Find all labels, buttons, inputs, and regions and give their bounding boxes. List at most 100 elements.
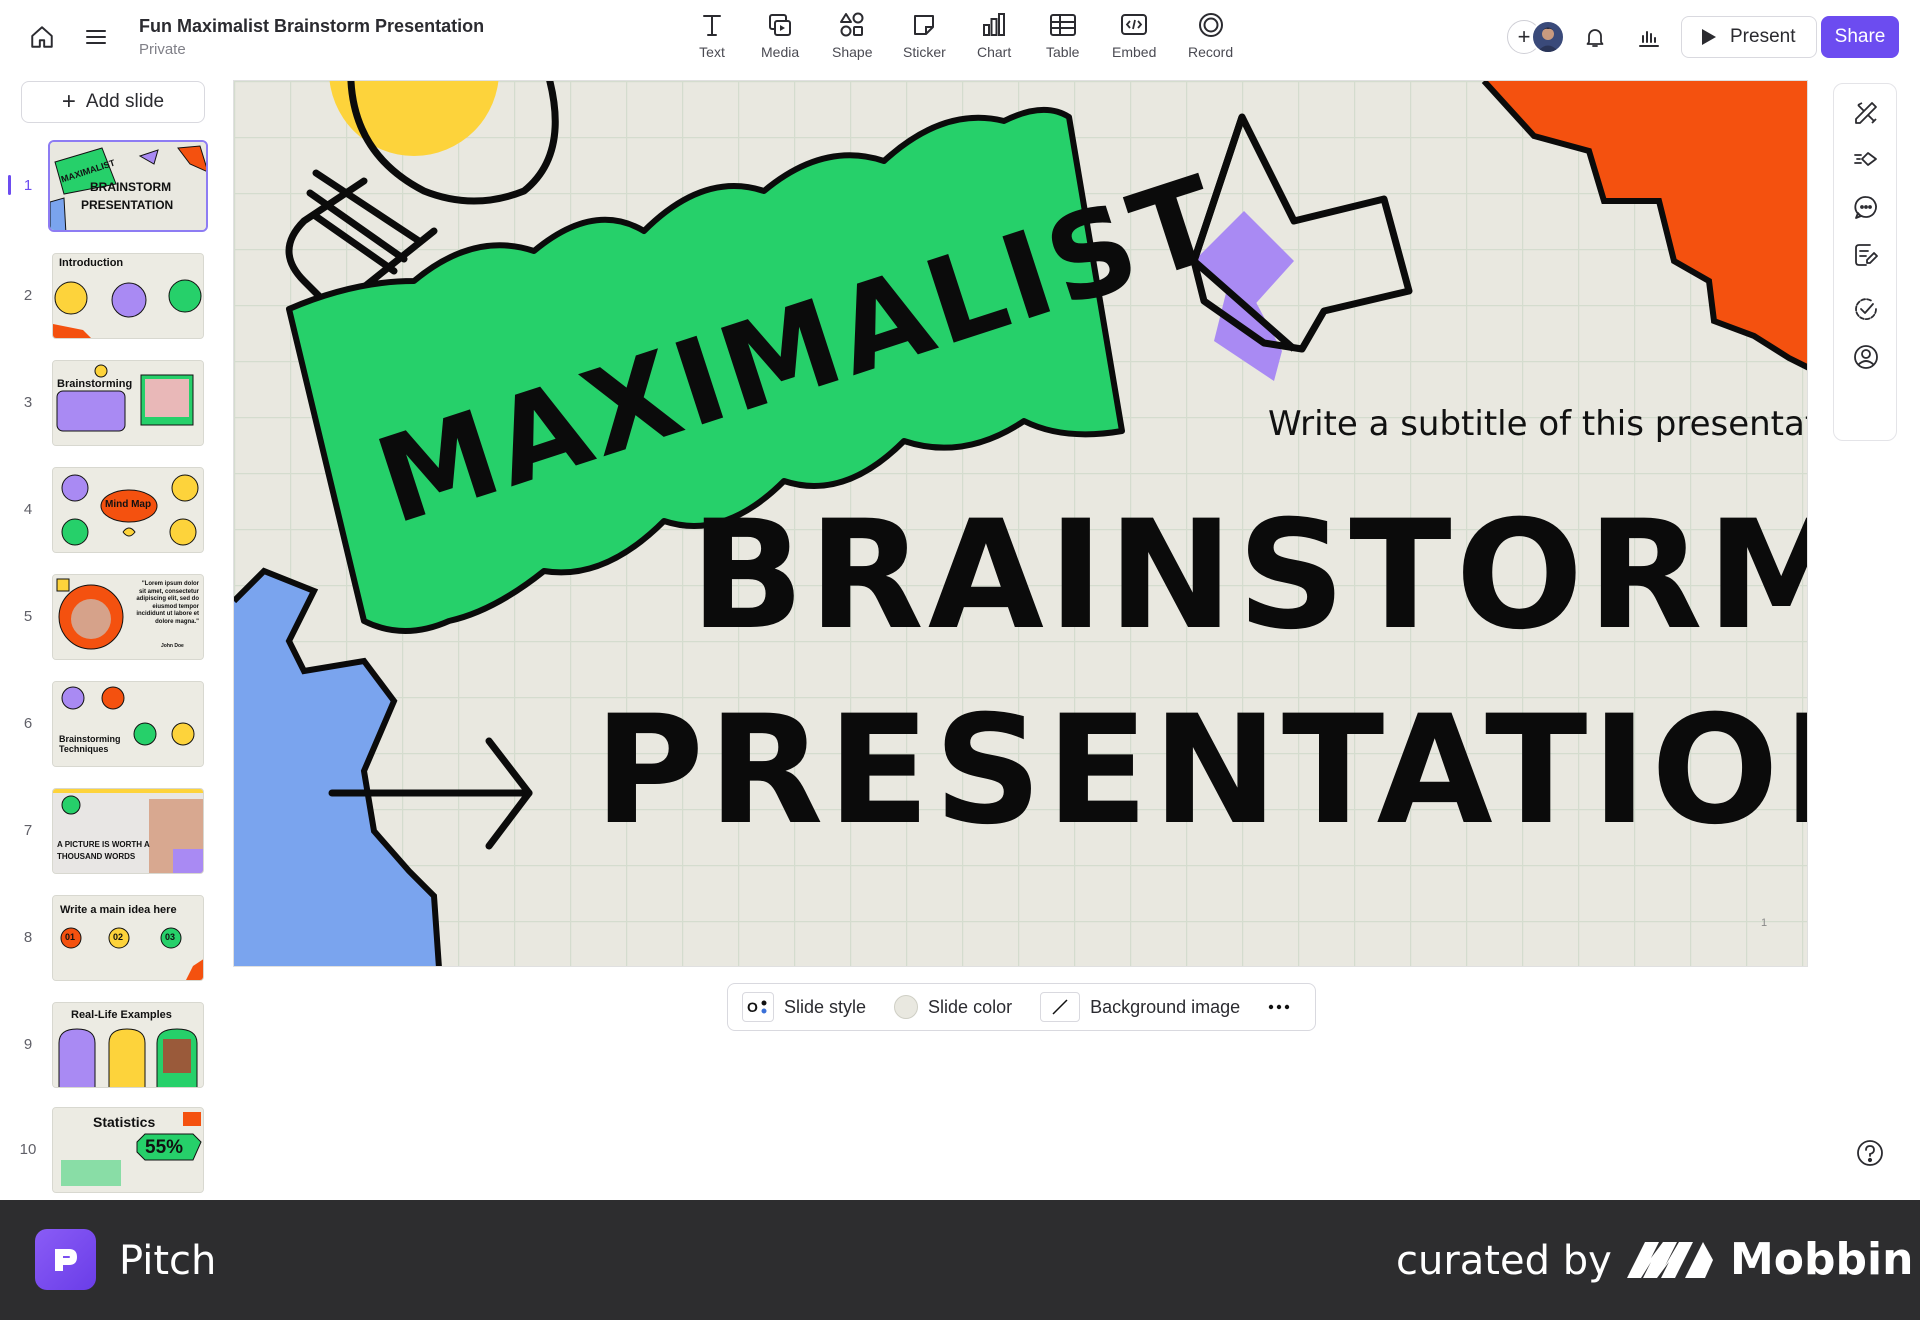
shape-tool[interactable]: Shape [832,10,872,60]
record-tool-label: Record [1188,44,1234,60]
slide-number: 1 [23,177,33,194]
avatar[interactable] [1531,20,1565,54]
record-icon [1198,13,1223,37]
slide-number: 10 [19,1141,37,1158]
slide-number: 6 [23,715,33,732]
slide-thumbnail-row: 2 Introduction [0,253,220,341]
slide-thumbnail[interactable]: Write a main idea here 01 02 03 [52,895,204,981]
document-privacy[interactable]: Private [139,41,186,58]
slide-thumbnail-row: 4 Mind Map [0,467,220,555]
sticker-icon [914,15,935,35]
slide-thumbnail-row: 8 Write a main idea here 01 02 03 [0,895,220,983]
help-icon[interactable] [1853,1136,1887,1170]
text-tool[interactable]: Text [697,10,727,60]
thumbnail-title: BRAINSTORM [90,180,172,194]
text-tool-label: Text [699,44,725,60]
profile-icon[interactable] [1851,342,1881,372]
background-image-label: Background image [1090,996,1241,1017]
slide-style-label: Slide style [784,996,867,1017]
thumbnail-title: Statistics [93,1114,156,1130]
active-indicator [8,175,11,195]
pitch-logo-icon [35,1229,96,1290]
slide-thumbnail[interactable]: A PICTURE IS WORTH A THOUSAND WORDS [52,788,204,874]
slide-options-toolbar: O Slide style Slide color Background ima… [727,983,1316,1031]
sticker-tool[interactable]: Sticker [903,10,946,60]
embed-tool[interactable]: Embed [1112,10,1156,60]
slide-thumbnail-row: 1 MAXIMALIST BRAINSTORM PRESENTATION [0,140,220,232]
slide-thumbnail[interactable]: Brainstorming Techniques [52,681,204,767]
thumbnail-title: Brainstorming Techniques [59,734,121,754]
slide-thumbnail[interactable]: MAXIMALIST BRAINSTORM PRESENTATION [48,140,208,232]
media-tool-label: Media [761,44,800,60]
slide-style-icon: O [742,992,774,1022]
slide-thumbnail[interactable]: Statistics 55% [52,1107,204,1193]
svg-text:O: O [747,999,758,1015]
slide-number: 8 [23,929,33,946]
animation-icon[interactable] [1851,144,1881,174]
top-bar: Fun Maximalist Brainstorm Presentation P… [0,0,1920,76]
more-options-button[interactable] [1254,984,1304,1030]
chart-tool[interactable]: Chart [977,10,1011,60]
checklist-icon[interactable] [1851,294,1881,324]
media-tool[interactable]: Media [761,10,799,60]
slide-thumbnail-row: 5 "Lorem ipsum dolor sit amet, consectet… [0,574,220,662]
thumbnail-title: A PICTURE IS WORTH A THOUSAND WORDS [57,840,150,861]
embed-icon [1121,14,1148,35]
thumbnail-title: Introduction [59,257,124,269]
notes-icon[interactable] [1851,240,1881,270]
background-image-icon [1040,992,1081,1022]
chart-icon [983,13,1006,36]
slide-number: 4 [23,501,33,518]
slide-subtitle[interactable]: Write a subtitle of this presentation [1268,404,1807,444]
thumbnail-title: Real-Life Examples [71,1009,172,1021]
add-slide-button[interactable]: + Add slide [21,81,205,123]
analytics-icon[interactable] [1634,22,1664,52]
slide-number: 5 [23,608,33,625]
present-label: Present [1730,26,1796,47]
slide-number: 9 [23,1036,33,1053]
home-icon[interactable] [27,22,57,52]
slide-title-line-2[interactable]: PRESENTATION [594,684,1807,858]
slide-thumbnail[interactable]: Mind Map [52,467,204,553]
design-tools-icon[interactable] [1851,98,1881,128]
text-icon [703,15,721,36]
record-tool[interactable]: Record [1188,10,1233,60]
share-button[interactable]: Share [1821,16,1899,58]
slide-thumbnail[interactable]: Real-Life Examples [52,1002,204,1088]
document-title[interactable]: Fun Maximalist Brainstorm Presentation [139,16,484,37]
menu-icon[interactable] [81,22,111,52]
right-rail [1833,83,1897,441]
slide-thumbnail[interactable]: "Lorem ipsum dolor sit amet, consectetur… [52,574,204,660]
table-tool[interactable]: Table [1046,10,1079,60]
app-name: Pitch [119,1238,217,1284]
add-slide-label: Add slide [85,91,165,112]
slide-thumbnail[interactable]: Brainstorming [52,360,204,446]
slide-thumbnail-row: 3 Brainstorming [0,360,220,448]
slide-number: 3 [23,394,33,411]
curated-by-label: curated by [1396,1238,1612,1284]
present-button[interactable]: Present [1681,16,1817,58]
background-image-button[interactable]: Background image [1026,984,1254,1030]
slide-number: 7 [23,822,33,839]
slide-title-line-1[interactable]: BRAINSTORM [690,489,1807,663]
comments-icon[interactable] [1851,192,1881,222]
thumbnail-number: 01 [65,932,76,942]
slide-color-button[interactable]: Slide color [880,984,1026,1030]
slide-sidebar: + Add slide 1 MAXIMALIST BRAINSTORM PRES… [0,76,220,1200]
slide-color-label: Slide color [928,996,1013,1017]
thumbnail-number: 02 [113,932,124,942]
slide-style-button[interactable]: O Slide style [728,984,880,1030]
slide-page-number: 1 [1761,917,1768,929]
slide-number: 2 [23,287,33,304]
slide-thumbnail[interactable]: Introduction [52,253,204,339]
brand-name: Mobbin [1730,1234,1914,1285]
bell-icon[interactable] [1580,22,1610,52]
thumbnail-stat: 55% [145,1137,184,1158]
slide-canvas[interactable]: MAXIMALIST Write a subtitle of this pres… [233,80,1808,967]
plus-icon: + [61,88,76,115]
mobbin-logo-icon [1627,1242,1713,1278]
collaborators[interactable]: + [1507,20,1565,54]
thumbnail-author: John Doe [161,643,184,649]
table-tool-label: Table [1046,44,1080,60]
thumbnail-title: Write a main idea here [60,904,177,916]
